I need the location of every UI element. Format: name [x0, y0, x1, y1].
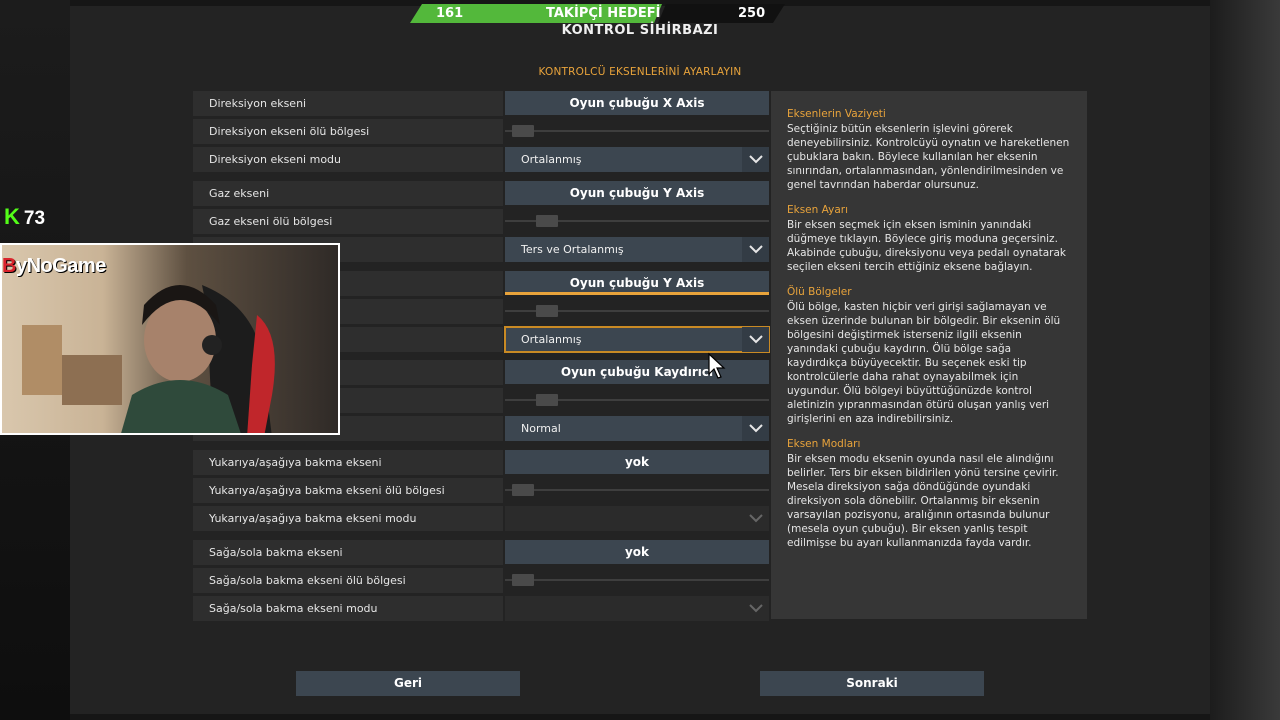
channel-logo: ByNoGame: [2, 255, 106, 277]
deadzone-slider[interactable]: [505, 209, 769, 234]
help-panel: Eksenlerin Vaziyeti Seçtiğiniz bütün eks…: [771, 91, 1087, 619]
setting-label: Direksiyon ekseni ölü bölgesi: [193, 119, 503, 144]
page-subtitle: KONTROLCÜ EKSENLERİNİ AYARLAYIN: [538, 66, 742, 78]
setting-label: Direksiyon ekseni: [193, 91, 503, 116]
slider-track: [505, 489, 769, 491]
chevron-down-icon[interactable]: [742, 596, 769, 621]
slider-track: [505, 579, 769, 581]
slider-thumb[interactable]: [536, 215, 558, 227]
setting-label: Direksiyon ekseni modu: [193, 147, 503, 172]
axis-assign-button[interactable]: Oyun çubuğu Kaydırıcı: [505, 360, 769, 384]
goal-label: TAKİPÇİ HEDEFİ: [546, 6, 661, 21]
axis-mode-select[interactable]: Normal: [505, 416, 769, 441]
axis-mode-select[interactable]: Ortalanmış: [505, 147, 769, 172]
setting-label: Gaz ekseni ölü bölgesi: [193, 209, 503, 234]
setting-label: Gaz ekseni: [193, 181, 503, 206]
room-cabinet: [22, 325, 62, 395]
room-desk: [62, 355, 122, 405]
deadzone-slider[interactable]: [505, 119, 769, 144]
axis-mode-select[interactable]: [505, 506, 769, 531]
headphone: [202, 335, 222, 355]
setting-label: Yukarıya/aşağıya bakma ekseni: [193, 450, 503, 475]
kick-icon: K: [4, 204, 20, 229]
chevron-down-icon[interactable]: [742, 237, 769, 262]
chevron-down-icon[interactable]: [742, 147, 769, 172]
help-heading: Ölü Bölgeler: [787, 286, 852, 298]
axis-assign-button[interactable]: yok: [505, 540, 769, 564]
deadzone-slider[interactable]: [505, 478, 769, 503]
select-value: Ortalanmış: [521, 153, 582, 166]
slider-thumb[interactable]: [512, 125, 534, 137]
help-text: Ölü bölge, kasten hiçbir veri girişi sağ…: [787, 301, 1061, 425]
help-heading: Eksen Modları: [787, 438, 861, 450]
goal-target: 250: [738, 6, 766, 21]
axis-assign-button[interactable]: Oyun çubuğu Y Axis: [505, 181, 769, 205]
goal-current: 161: [436, 6, 464, 21]
axis-mode-select[interactable]: Ters ve Ortalanmış: [505, 237, 769, 262]
background-right: [1210, 0, 1280, 720]
help-text: Bir eksen seçmek için eksen isminin yanı…: [787, 219, 1067, 273]
axis-mode-select[interactable]: [505, 596, 769, 621]
goal-progress-remaining: [658, 4, 785, 23]
mouse-cursor-icon: [708, 352, 726, 379]
axis-mode-select[interactable]: Ortalanmış: [504, 326, 770, 353]
help-text: Seçtiğiniz bütün eksenlerin işlevini gör…: [787, 123, 1070, 191]
axis-assign-button[interactable]: Oyun çubuğu Y Axis: [505, 271, 769, 295]
page-title: KONTROL SİHİRBAZI: [561, 23, 719, 38]
setting-label: Yukarıya/aşağıya bakma ekseni modu: [193, 506, 503, 531]
select-value: Normal: [521, 422, 561, 435]
setting-label: Sağa/sola bakma ekseni ölü bölgesi: [193, 568, 503, 593]
chevron-down-icon[interactable]: [742, 327, 769, 352]
slider-thumb[interactable]: [536, 305, 558, 317]
setting-label: Yukarıya/aşağıya bakma ekseni ölü bölges…: [193, 478, 503, 503]
webcam-overlay: ByNoGame: [0, 243, 340, 435]
viewer-count: 73: [23, 208, 46, 229]
deadzone-slider[interactable]: [505, 299, 769, 324]
kick-viewer-count: K 73: [4, 204, 45, 230]
slider-thumb[interactable]: [536, 394, 558, 406]
next-button[interactable]: Sonraki: [760, 671, 984, 696]
axis-assign-button[interactable]: Oyun çubuğu X Axis: [505, 91, 769, 115]
setting-label: Sağa/sola bakma ekseni modu: [193, 596, 503, 621]
help-heading: Eksen Ayarı: [787, 204, 848, 216]
setting-label: Sağa/sola bakma ekseni: [193, 540, 503, 565]
select-value: Ters ve Ortalanmış: [521, 243, 624, 256]
slider-track: [505, 130, 769, 132]
back-button[interactable]: Geri: [296, 671, 520, 696]
follower-goal-bar: 161 TAKİPÇİ HEDEFİ 250: [410, 4, 785, 23]
help-text: Bir eksen modu eksenin oyunda nasıl ele …: [787, 453, 1059, 549]
select-value: Ortalanmış: [521, 333, 582, 346]
chevron-down-icon[interactable]: [742, 416, 769, 441]
slider-thumb[interactable]: [512, 484, 534, 496]
axis-assign-button[interactable]: yok: [505, 450, 769, 474]
deadzone-slider[interactable]: [505, 568, 769, 593]
chevron-down-icon[interactable]: [742, 506, 769, 531]
deadzone-slider[interactable]: [505, 388, 769, 413]
help-heading: Eksenlerin Vaziyeti: [787, 108, 886, 120]
slider-thumb[interactable]: [512, 574, 534, 586]
